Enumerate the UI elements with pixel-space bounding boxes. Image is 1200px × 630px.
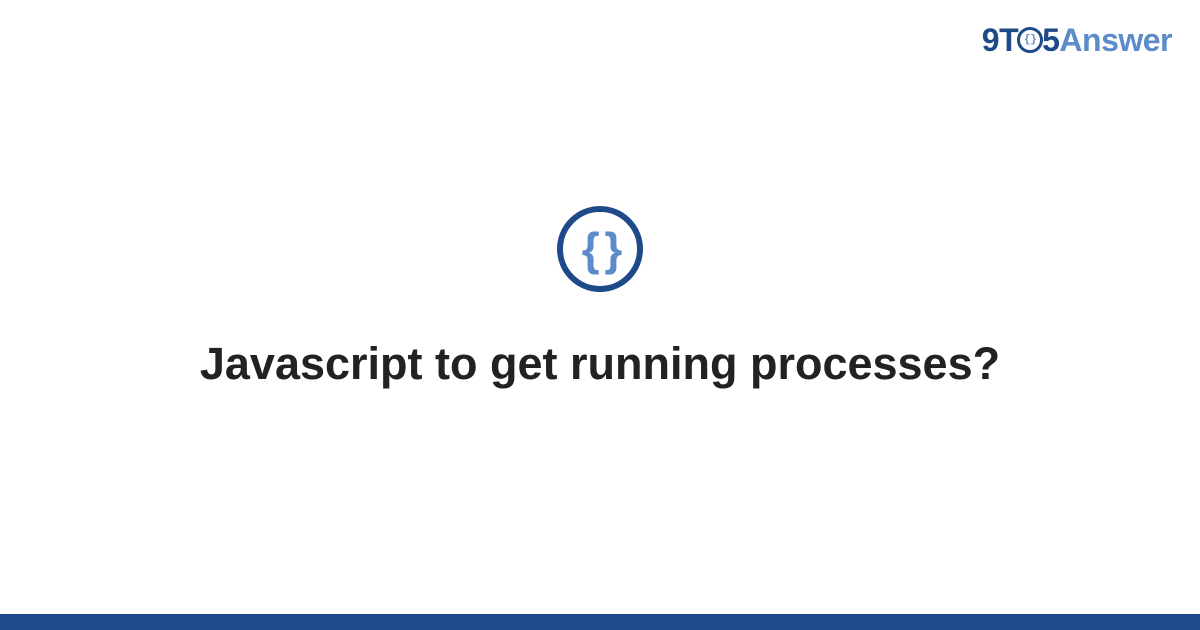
main-content: { } Javascript to get running processes? — [0, 0, 1200, 630]
code-braces-icon: { } — [582, 226, 619, 272]
footer-bar — [0, 614, 1200, 630]
question-title: Javascript to get running processes? — [200, 334, 1000, 395]
category-icon: { } — [557, 206, 643, 292]
